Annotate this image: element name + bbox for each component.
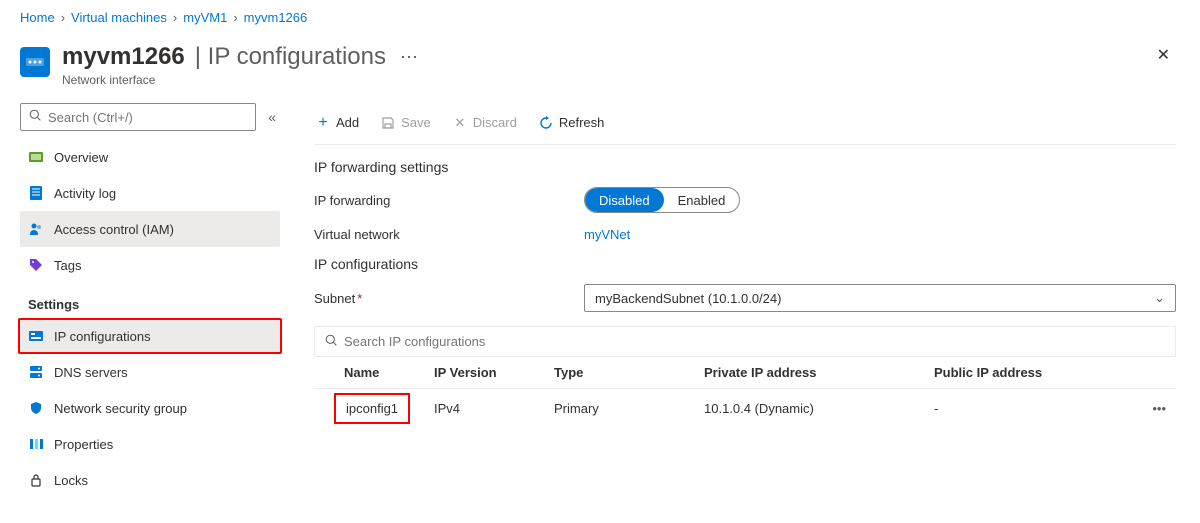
more-icon[interactable]: ⋯ — [396, 47, 422, 68]
toggle-enabled[interactable]: Enabled — [664, 188, 740, 212]
page-subtitle: Network interface — [62, 73, 1180, 87]
sidebar-item-label: Access control (IAM) — [54, 222, 174, 237]
sidebar-item-tags[interactable]: Tags — [20, 247, 280, 283]
save-icon — [381, 116, 395, 130]
cell-name: ipconfig1 — [334, 393, 410, 424]
chevron-right-icon: › — [173, 10, 177, 25]
sidebar-item-label: IP configurations — [54, 329, 151, 344]
add-button[interactable]: + Add — [314, 111, 361, 134]
page-title: myvm1266 — [62, 43, 185, 71]
button-label: Save — [401, 115, 431, 130]
dns-icon — [28, 365, 44, 379]
table-row[interactable]: ipconfig1 IPv4 Primary 10.1.0.4 (Dynamic… — [314, 389, 1176, 429]
save-button[interactable]: Save — [379, 111, 433, 134]
discard-icon: ✕ — [453, 116, 467, 130]
th-private[interactable]: Private IP address — [694, 357, 924, 389]
main-content: + Add Save ✕ Discard Refresh IP forwardi… — [290, 103, 1200, 498]
chevron-double-left-icon: « — [268, 109, 276, 125]
th-type[interactable]: Type — [544, 357, 694, 389]
breadcrumb-vm[interactable]: myVM1 — [183, 10, 227, 25]
th-name[interactable]: Name — [314, 357, 424, 389]
label-virtual-network: Virtual network — [314, 227, 584, 242]
sidebar-item-label: Tags — [54, 258, 81, 273]
chevron-down-icon: ⌄ — [1154, 290, 1165, 306]
sidebar-section-settings: Settings — [20, 283, 280, 318]
sidebar-item-properties[interactable]: Properties — [20, 426, 280, 462]
page-title-suffix: | IP configurations — [195, 43, 386, 71]
vnet-link[interactable]: myVNet — [584, 227, 630, 242]
required-indicator: * — [357, 291, 362, 306]
plus-icon: + — [316, 116, 330, 130]
sidebar-search-input[interactable] — [48, 110, 247, 125]
sidebar-item-ip-configurations[interactable]: IP configurations — [18, 318, 282, 354]
sidebar-item-locks[interactable]: Locks — [20, 462, 280, 498]
lock-icon — [28, 473, 44, 487]
shield-icon — [28, 401, 44, 415]
page-header: myvm1266 | IP configurations ⋯ Network i… — [0, 35, 1200, 103]
cell-ipversion: IPv4 — [424, 389, 544, 429]
toggle-disabled[interactable]: Disabled — [585, 188, 664, 212]
button-label: Refresh — [559, 115, 605, 130]
ipconfig-filter[interactable] — [314, 326, 1176, 356]
search-icon — [29, 109, 42, 125]
sidebar-item-label: DNS servers — [54, 365, 128, 380]
subnet-select[interactable]: myBackendSubnet (10.1.0.0/24) ⌄ — [584, 284, 1176, 312]
label-subnet: Subnet* — [314, 291, 584, 306]
chevron-right-icon: › — [233, 10, 237, 25]
section-ip-forwarding: IP forwarding settings — [314, 159, 1176, 175]
ip-forwarding-toggle[interactable]: Disabled Enabled — [584, 187, 740, 213]
overview-icon — [28, 150, 44, 164]
sidebar: « Overview Activity log Access control (… — [0, 103, 290, 498]
button-label: Discard — [473, 115, 517, 130]
activity-log-icon — [28, 186, 44, 200]
sidebar-item-nsg[interactable]: Network security group — [20, 390, 280, 426]
sidebar-item-iam[interactable]: Access control (IAM) — [20, 211, 280, 247]
th-public[interactable]: Public IP address — [924, 357, 1136, 389]
sidebar-search[interactable] — [20, 103, 256, 131]
toolbar: + Add Save ✕ Discard Refresh — [314, 103, 1176, 145]
ipconfig-filter-input[interactable] — [344, 334, 1165, 349]
breadcrumb-nic[interactable]: myvm1266 — [244, 10, 308, 25]
breadcrumb: Home › Virtual machines › myVM1 › myvm12… — [0, 0, 1200, 35]
breadcrumb-vms[interactable]: Virtual machines — [71, 10, 167, 25]
more-icon: ••• — [1152, 401, 1166, 416]
row-more-button[interactable]: ••• — [1136, 389, 1176, 429]
sidebar-item-label: Activity log — [54, 186, 116, 201]
discard-button[interactable]: ✕ Discard — [451, 111, 519, 134]
sidebar-item-overview[interactable]: Overview — [20, 139, 280, 175]
sidebar-item-label: Locks — [54, 473, 88, 488]
th-ipversion[interactable]: IP Version — [424, 357, 544, 389]
close-button[interactable]: ✕ — [1151, 39, 1176, 71]
search-icon — [325, 334, 338, 350]
refresh-button[interactable]: Refresh — [537, 111, 607, 134]
ipconfig-table: Name IP Version Type Private IP address … — [314, 356, 1176, 428]
tags-icon — [28, 258, 44, 272]
cell-public: - — [924, 389, 1136, 429]
cell-private: 10.1.0.4 (Dynamic) — [694, 389, 924, 429]
sidebar-item-label: Overview — [54, 150, 108, 165]
select-value: myBackendSubnet (10.1.0.0/24) — [595, 291, 781, 306]
section-ip-configurations: IP configurations — [314, 256, 1176, 272]
properties-icon — [28, 437, 44, 451]
close-icon: ✕ — [1157, 47, 1170, 64]
sidebar-item-label: Network security group — [54, 401, 187, 416]
breadcrumb-home[interactable]: Home — [20, 10, 55, 25]
chevron-right-icon: › — [61, 10, 65, 25]
refresh-icon — [539, 116, 553, 130]
label-ip-forwarding: IP forwarding — [314, 193, 584, 208]
sidebar-item-dns-servers[interactable]: DNS servers — [20, 354, 280, 390]
collapse-sidebar-button[interactable]: « — [264, 105, 280, 129]
cell-type: Primary — [544, 389, 694, 429]
nic-icon — [20, 47, 50, 77]
button-label: Add — [336, 115, 359, 130]
sidebar-item-activity-log[interactable]: Activity log — [20, 175, 280, 211]
ip-config-icon — [28, 329, 44, 343]
iam-icon — [28, 222, 44, 236]
sidebar-item-label: Properties — [54, 437, 113, 452]
